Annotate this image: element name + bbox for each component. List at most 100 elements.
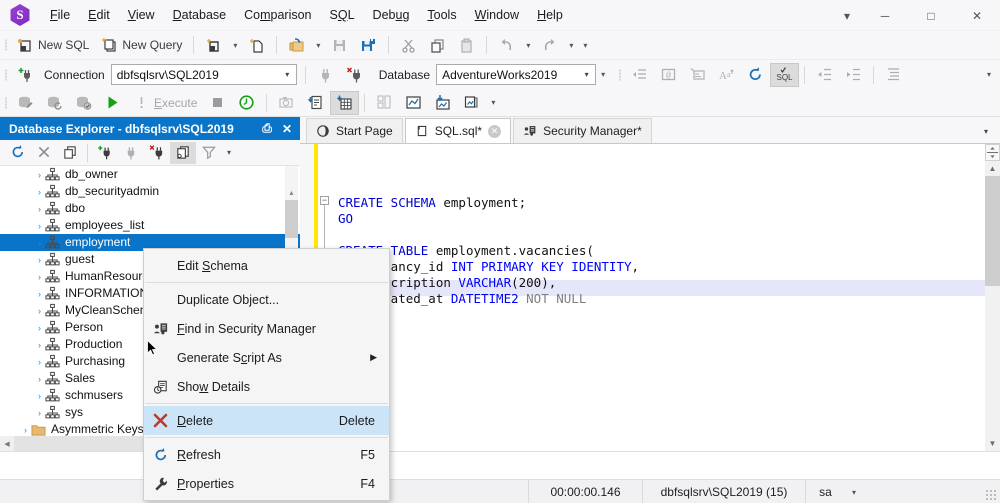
indent-button[interactable] bbox=[839, 63, 868, 87]
new-query-button[interactable]: New Query bbox=[95, 33, 188, 57]
undo-dropdown-caret-icon[interactable]: ▾ bbox=[521, 33, 535, 57]
tree-expander-icon[interactable]: › bbox=[34, 289, 45, 299]
new-object-button[interactable] bbox=[199, 33, 228, 57]
tree-expander-icon[interactable]: › bbox=[34, 357, 45, 367]
pin-icon[interactable]: ⎙ bbox=[257, 119, 277, 139]
toolbar-grip[interactable] bbox=[0, 36, 11, 54]
menu-edit[interactable]: Edit bbox=[79, 3, 119, 27]
tree-expander-icon[interactable]: › bbox=[34, 340, 45, 350]
new-sql-button[interactable]: New SQL bbox=[11, 33, 95, 57]
close-tree-button[interactable] bbox=[31, 142, 57, 164]
context-menu-item-find-in-security-manager[interactable]: Find in Security Manager bbox=[144, 314, 389, 343]
results-text-button[interactable] bbox=[301, 91, 330, 115]
disconnect-button[interactable] bbox=[311, 63, 340, 87]
sql-tools-grip[interactable] bbox=[614, 66, 625, 84]
menu-help[interactable]: Help bbox=[528, 3, 572, 27]
undo-button[interactable] bbox=[492, 33, 521, 57]
new-connection-button[interactable] bbox=[11, 63, 40, 87]
connection-toolbar-grip[interactable] bbox=[0, 66, 11, 84]
refresh-sql-button[interactable] bbox=[741, 63, 770, 87]
results-overflow-caret-icon[interactable]: ▾ bbox=[486, 91, 500, 115]
connection-select[interactable]: dbfsqlsrv\SQL2019 ▾ bbox=[110, 64, 297, 85]
redo-dropdown-caret-icon[interactable]: ▾ bbox=[564, 33, 578, 57]
editor-vertical-scrollbar[interactable]: ▲ ▼ bbox=[985, 144, 1000, 451]
db-edit-button[interactable] bbox=[11, 91, 40, 115]
execute-button[interactable]: Execute bbox=[127, 91, 203, 115]
tree-item-dbo[interactable]: › dbo bbox=[0, 200, 300, 217]
editor-scroll-up-icon[interactable]: ▲ bbox=[985, 161, 1000, 176]
db-check-button[interactable] bbox=[69, 91, 98, 115]
duplicate-button[interactable] bbox=[57, 142, 83, 164]
maximize-button[interactable]: □ bbox=[908, 0, 954, 31]
tree-item-employees-list[interactable]: › employees_list bbox=[0, 217, 300, 234]
tree-expander-icon[interactable]: › bbox=[34, 204, 45, 214]
tabs-overflow-caret-icon[interactable]: ▾ bbox=[978, 123, 994, 139]
new-document-button[interactable] bbox=[242, 33, 271, 57]
copy-results-button[interactable] bbox=[457, 91, 486, 115]
format-button[interactable] bbox=[879, 63, 908, 87]
context-menu-item-delete[interactable]: Delete Delete bbox=[144, 406, 389, 435]
disconnect-button-panel[interactable] bbox=[118, 142, 144, 164]
new-object-dropdown-caret-icon[interactable]: ▾ bbox=[228, 33, 242, 57]
editor-scroll-down-icon[interactable]: ▼ bbox=[985, 436, 1000, 451]
copy-button[interactable] bbox=[423, 33, 452, 57]
filter-button[interactable] bbox=[196, 142, 222, 164]
stop-button[interactable] bbox=[203, 91, 232, 115]
chart-export-button[interactable] bbox=[428, 91, 457, 115]
sql-check-button[interactable]: SQL bbox=[770, 62, 800, 87]
context-menu-item-generate-script-as[interactable]: Generate Script As ▶ bbox=[144, 343, 389, 372]
tree-item-db-securityadmin[interactable]: › db_securityadmin bbox=[0, 183, 300, 200]
save-button[interactable] bbox=[325, 33, 354, 57]
context-menu-item-refresh[interactable]: Refresh F5 bbox=[144, 440, 389, 469]
tree-expander-icon[interactable]: › bbox=[34, 408, 45, 418]
menu-debug[interactable]: Debug bbox=[364, 3, 419, 27]
execute-timer-button[interactable] bbox=[232, 91, 261, 115]
window-menu-caret-icon[interactable]: ▾ bbox=[832, 0, 862, 31]
tab-security-manager[interactable]: Security Manager* bbox=[513, 118, 652, 143]
profiler-button[interactable] bbox=[272, 91, 301, 115]
sql-editor[interactable]: − CREATE SCHEMA employment;GO CREATE TAB… bbox=[300, 143, 1000, 451]
clipboard-button[interactable] bbox=[170, 141, 196, 164]
database-select[interactable]: AdventureWorks2019 ▾ bbox=[436, 64, 597, 85]
fold-collapse-icon[interactable]: − bbox=[320, 196, 329, 205]
menu-sql[interactable]: SQL bbox=[321, 3, 364, 27]
toolbar-overflow-caret-icon[interactable]: ▾ bbox=[578, 33, 592, 57]
open-dropdown-caret-icon[interactable]: ▾ bbox=[311, 33, 325, 57]
execute-toolbar-grip[interactable] bbox=[0, 94, 11, 112]
menu-view[interactable]: View bbox=[119, 3, 164, 27]
tree-expander-icon[interactable]: › bbox=[34, 306, 45, 316]
paste-button[interactable] bbox=[452, 33, 481, 57]
editor-scrollbar-thumb[interactable] bbox=[985, 176, 1000, 286]
menu-comparison[interactable]: Comparison bbox=[235, 3, 320, 27]
uncomment-button[interactable] bbox=[683, 63, 712, 87]
tab-start-page[interactable]: Start Page bbox=[306, 118, 403, 143]
results-stats-button[interactable] bbox=[370, 91, 399, 115]
new-connection-button-panel[interactable] bbox=[92, 142, 118, 164]
chart-button[interactable] bbox=[399, 91, 428, 115]
cut-button[interactable] bbox=[394, 33, 423, 57]
tree-expander-icon[interactable]: › bbox=[34, 374, 45, 384]
tree-expander-icon[interactable]: › bbox=[34, 170, 45, 180]
indent-decrease-button[interactable] bbox=[625, 63, 654, 87]
close-icon[interactable]: ✕ bbox=[277, 119, 297, 139]
tab-close-icon[interactable]: ✕ bbox=[488, 124, 502, 138]
delete-connection-button[interactable] bbox=[340, 63, 369, 87]
redo-button[interactable] bbox=[535, 33, 564, 57]
context-menu-item-edit-schema[interactable]: Edit Schema bbox=[144, 251, 389, 280]
scrollbar-thumb[interactable] bbox=[285, 200, 298, 238]
status-user-caret-icon[interactable]: ▾ bbox=[845, 480, 863, 503]
tree-expander-icon[interactable]: › bbox=[34, 255, 45, 265]
tab-sql-file[interactable]: SQL.sql* ✕ bbox=[404, 118, 512, 143]
refresh-button[interactable] bbox=[5, 142, 31, 164]
split-editor-handle[interactable] bbox=[985, 144, 1000, 161]
minimize-button[interactable]: ─ bbox=[862, 0, 908, 31]
chevron-down-icon[interactable]: ▾ bbox=[279, 65, 296, 84]
tree-expander-icon[interactable]: › bbox=[34, 323, 45, 333]
scroll-up-icon[interactable]: ▲ bbox=[285, 187, 298, 200]
tree-expander-icon[interactable]: › bbox=[34, 187, 45, 197]
context-menu-item-duplicate-object[interactable]: Duplicate Object... bbox=[144, 285, 389, 314]
tree-expander-icon[interactable]: › bbox=[34, 272, 45, 282]
tree-expander-icon[interactable]: › bbox=[34, 221, 45, 231]
delete-connection-button-panel[interactable] bbox=[144, 142, 170, 164]
results-grid-button[interactable] bbox=[330, 90, 360, 115]
